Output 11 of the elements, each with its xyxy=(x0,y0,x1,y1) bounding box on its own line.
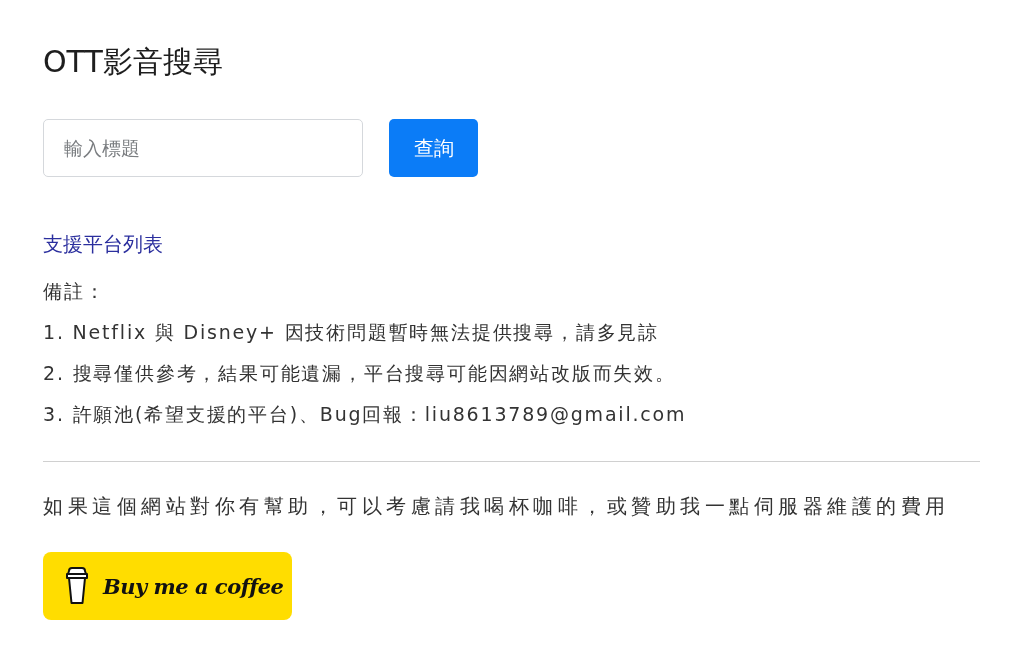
page-title: OTT影音搜尋 xyxy=(43,43,223,81)
note-text: 3. 許願池(希望支援的平台)、Bug回報：liu8613789@gmail.com xyxy=(43,402,687,427)
search-button[interactable]: 查詢 xyxy=(389,119,478,177)
search-field[interactable]: 輸入標題 xyxy=(43,119,363,177)
platform-list-link[interactable]: 支援平台列表 xyxy=(43,232,163,256)
buy-me-a-coffee-button[interactable]: Buy me a coffee xyxy=(43,552,292,620)
note-text: 2. 搜尋僅供參考，結果可能遺漏，平台搜尋可能因網站改版而失效。 xyxy=(43,361,676,386)
support-text: 如果這個網站對你有幫助，可以考慮請我喝杯咖啡，或贊助我一點伺服器維護的費用 xyxy=(43,493,950,520)
notes-heading: 備註： xyxy=(43,279,106,304)
coffee-cup-icon xyxy=(65,567,89,605)
note-text: 1. Netflix 與 Disney+ 因技術問題暫時無法提供搜尋，請多見諒 xyxy=(43,320,660,345)
